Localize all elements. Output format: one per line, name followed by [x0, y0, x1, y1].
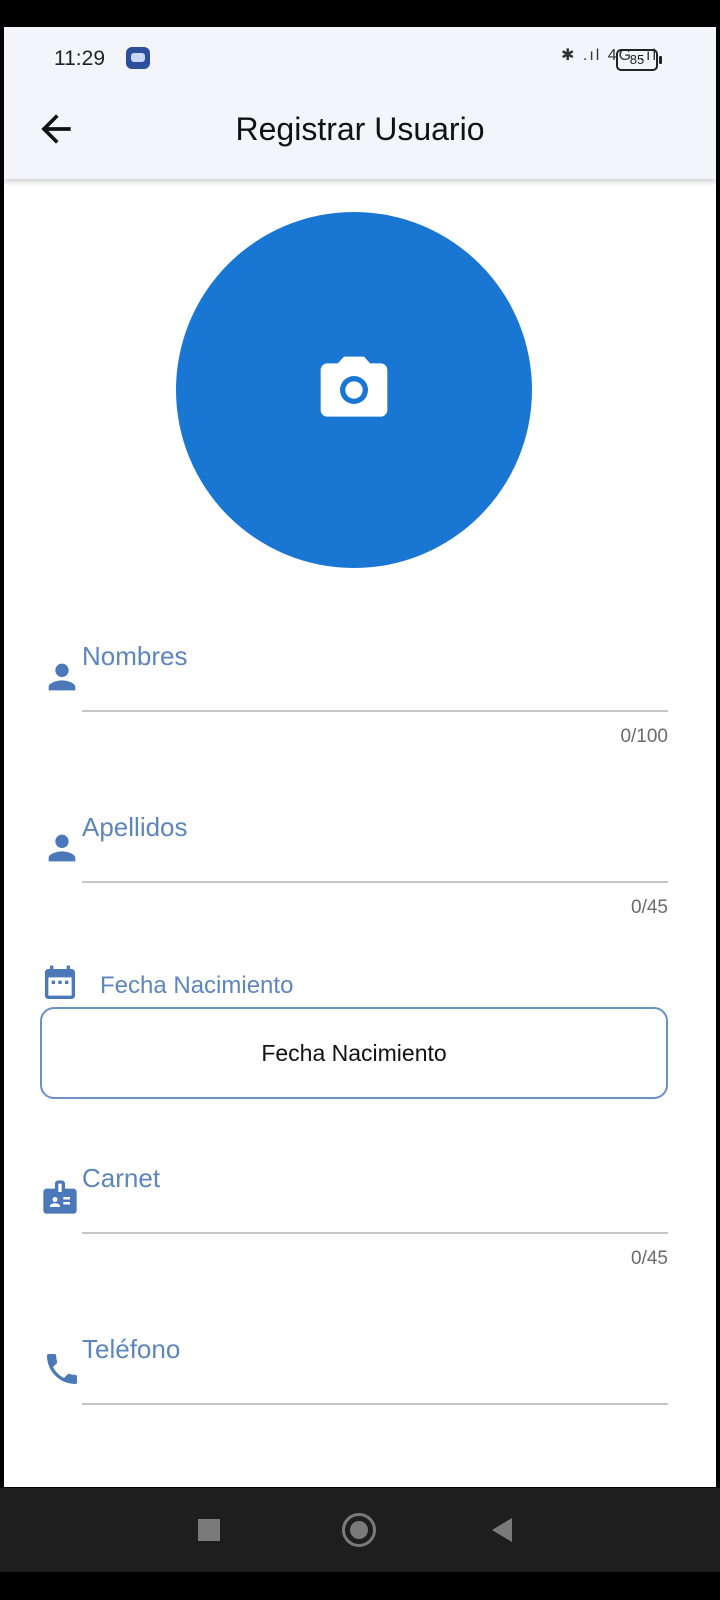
- profile-photo-button[interactable]: [176, 212, 532, 568]
- app-screen: 11:29 ✱ .ıl 4G .ıl 85 Registrar Usuario …: [4, 27, 716, 1487]
- notification-icon: [126, 47, 150, 69]
- phone-icon: [42, 1349, 82, 1389]
- fecha-nacimiento-button[interactable]: Fecha Nacimiento: [40, 1007, 668, 1099]
- camera-icon: [314, 350, 394, 430]
- fecha-nacimiento-label: Fecha Nacimiento: [100, 972, 294, 999]
- carnet-counter: 0/45: [631, 1248, 668, 1269]
- battery-indicator: 85: [616, 49, 662, 71]
- app-bar: 11:29 ✱ .ıl 4G .ıl 85 Registrar Usuario: [4, 27, 716, 179]
- status-time: 11:29: [54, 47, 105, 70]
- nombres-counter: 0/100: [620, 726, 668, 747]
- home-circle-icon[interactable]: [342, 1513, 376, 1547]
- person-icon: [42, 657, 82, 697]
- back-triangle-icon[interactable]: [492, 1518, 512, 1542]
- nombres-input[interactable]: [82, 656, 668, 712]
- page-title: Registrar Usuario: [235, 111, 485, 147]
- calendar-icon: [40, 964, 80, 1004]
- system-nav-bar: [0, 1488, 720, 1572]
- id-badge-icon: [40, 1177, 80, 1217]
- person-icon: [42, 828, 82, 868]
- recents-square-icon[interactable]: [198, 1519, 220, 1541]
- apellidos-counter: 0/45: [631, 897, 668, 918]
- apellidos-input[interactable]: [82, 827, 668, 883]
- carnet-input[interactable]: [82, 1178, 668, 1234]
- telefono-input[interactable]: [82, 1349, 668, 1405]
